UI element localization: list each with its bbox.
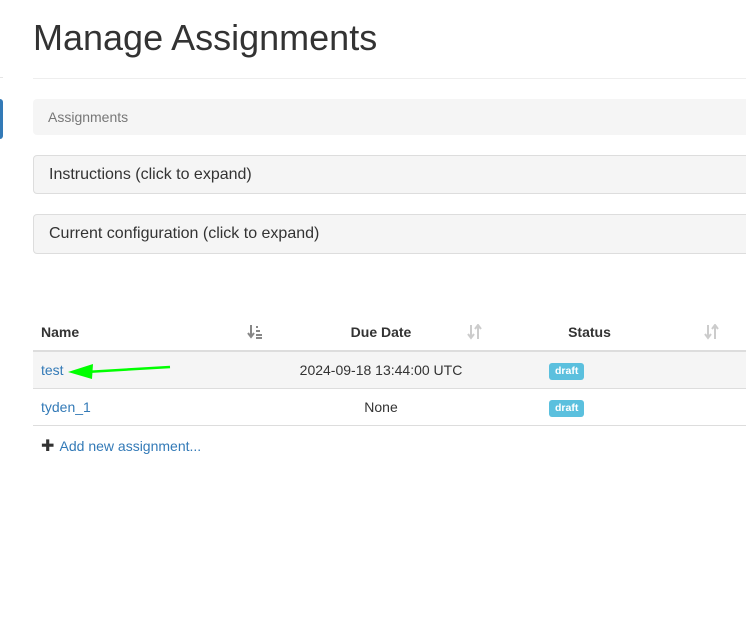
add-new-assignment-label[interactable]: Add new assignment... xyxy=(60,438,202,454)
sort-icon[interactable] xyxy=(704,314,720,350)
sidebar-active-indicator[interactable] xyxy=(0,99,3,139)
configuration-panel[interactable]: Current configuration (click to expand) xyxy=(33,214,746,254)
breadcrumb: Assignments xyxy=(33,99,746,135)
due-date-cell: 2024-09-18 13:44:00 UTC xyxy=(265,351,497,389)
breadcrumb-current: Assignments xyxy=(48,109,129,125)
sidebar-edge-line xyxy=(0,77,3,78)
column-header-status-label: Status xyxy=(568,324,611,340)
configuration-panel-title[interactable]: Current configuration (click to expand) xyxy=(49,225,319,242)
status-cell: draft xyxy=(497,388,746,426)
status-cell: draft xyxy=(497,351,746,389)
assignment-name-cell: tyden_1 xyxy=(33,388,265,426)
column-header-name[interactable]: Name xyxy=(33,314,265,352)
plus-icon: ✚ xyxy=(41,438,55,455)
assignment-link[interactable]: tyden_1 xyxy=(41,399,91,415)
column-header-due-date-label: Due Date xyxy=(350,324,412,340)
page-title: Manage Assignments xyxy=(33,17,378,58)
sort-icon[interactable] xyxy=(467,314,483,350)
assignment-link[interactable]: test xyxy=(41,362,64,378)
add-new-assignment-button[interactable]: ✚ Add new assignment... xyxy=(41,436,201,456)
sort-amount-asc-icon[interactable] xyxy=(247,314,263,350)
green-arrow-annotation xyxy=(68,364,171,379)
due-date-cell: None xyxy=(265,388,497,426)
status-badge: draft xyxy=(549,399,585,417)
table-header-row: Name Due Date Status xyxy=(33,314,746,352)
column-header-status[interactable]: Status xyxy=(497,314,746,352)
status-badge: draft xyxy=(549,362,585,380)
column-header-due-date[interactable]: Due Date xyxy=(265,314,497,352)
title-divider xyxy=(33,78,746,79)
instructions-panel[interactable]: Instructions (click to expand) xyxy=(33,155,746,194)
instructions-panel-title[interactable]: Instructions (click to expand) xyxy=(49,166,252,183)
table-row: tyden_1 None draft xyxy=(33,388,746,426)
column-header-name-label: Name xyxy=(41,324,80,340)
